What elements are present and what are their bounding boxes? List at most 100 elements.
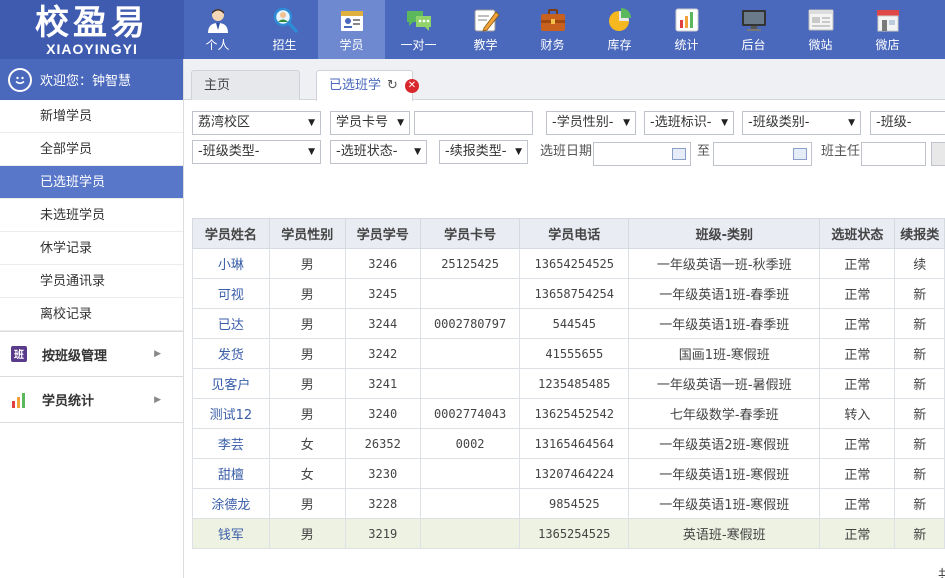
tab-enrolled-students[interactable]: 已选班学 ↻ ✕ — [316, 70, 419, 101]
column-header[interactable]: 学员性别 — [268, 218, 346, 249]
enroll-mark-select[interactable]: -选班标识- ▼ — [644, 111, 734, 135]
main-panel: 主页 已选班学 ↻ ✕ 荔湾校区 ▼ 学员卡号 ▼ -学员性别- ▼ -选班标识- ▼ … — [184, 59, 945, 578]
table-row[interactable]: 李芸女 26352 0002 13165464564 一年级英语2班-寒假班 正常新 — [192, 428, 945, 459]
phone-cell: 544545 — [519, 308, 630, 339]
nav-microshop[interactable]: 微店 — [854, 0, 921, 59]
column-header[interactable]: 续报类 — [894, 218, 945, 249]
student-name-cell[interactable]: 钱军 — [192, 518, 270, 549]
nav-one-on-one[interactable]: 一对一 — [385, 0, 452, 59]
student-name-cell[interactable]: 见客户 — [192, 368, 270, 399]
table-row[interactable]: 已达男 3244 0002780797 544545 一年级英语1班-春季班 正常新 — [192, 308, 945, 339]
column-header[interactable]: 学员姓名 — [192, 218, 270, 249]
phone-cell: 13207464224 — [519, 458, 630, 489]
student-name-cell[interactable]: 可视 — [192, 278, 270, 309]
renew-type-cell: 新 — [894, 278, 945, 309]
sidebar-group-student-stats[interactable]: 学员统计 ▶ — [0, 377, 183, 423]
table-row[interactable]: 钱军男 3219 1365254525 英语班-寒假班 正常新 — [192, 518, 945, 549]
class-badge-text: 班 — [14, 348, 24, 361]
student-name-cell[interactable]: 李芸 — [192, 428, 270, 459]
enroll-status-select[interactable]: -选班状态- ▼ — [330, 140, 427, 164]
nav-finance[interactable]: 财务 — [519, 0, 586, 59]
nav-backend[interactable]: 后台 — [720, 0, 787, 59]
renew-type-cell: 新 — [894, 518, 945, 549]
table-row[interactable]: 小琳男 3246 25125425 13654254525 一年级英语一班-秋季班 正常续 — [192, 248, 945, 279]
gender-cell: 女 — [268, 428, 346, 459]
renew-type-cell: 新 — [894, 488, 945, 519]
nav-student[interactable]: 学员 — [318, 0, 385, 59]
column-header[interactable]: 学员卡号 — [419, 218, 521, 249]
caret-down-icon: ▼ — [308, 147, 315, 157]
date-to-label: 至 — [697, 144, 711, 159]
nav-microsite[interactable]: 微站 — [787, 0, 854, 59]
head-teacher-input[interactable] — [861, 142, 926, 166]
gender-cell: 男 — [268, 308, 346, 339]
table-row[interactable]: 测试12 男 3240 0002774043 13625452542 七年级数学-春季班转… — [192, 398, 945, 429]
column-header[interactable]: 学员电话 — [519, 218, 630, 249]
person-icon — [204, 6, 232, 34]
column-header[interactable]: 班级-类别 — [628, 218, 821, 249]
class-cell: 七年级数学-春季班 — [628, 398, 821, 429]
table-row[interactable]: 见客户男 3241 1235485485 一年级英语一班-暑假班 正常新 — [192, 368, 945, 399]
student-name-cell[interactable]: 甜檀 — [192, 458, 270, 489]
nav-teaching[interactable]: 教学 — [452, 0, 519, 59]
column-header[interactable]: 选班状态 — [819, 218, 896, 249]
sidebar-item-all-students[interactable]: 全部学员 — [0, 133, 183, 166]
student-name-cell[interactable]: 小琳 — [192, 248, 270, 279]
sidebar-item-unenrolled-students[interactable]: 未选班学员 — [0, 199, 183, 232]
sidebar-item-departure-records[interactable]: 离校记录 — [0, 298, 183, 331]
sidebar-item-enrolled-students[interactable]: 已选班学员 — [0, 166, 183, 199]
nav-statistics[interactable]: 统计 — [653, 0, 720, 59]
sidebar-item-new-student[interactable]: 新增学员 — [0, 100, 183, 133]
renew-type-select[interactable]: -续报类型- ▼ — [439, 140, 528, 164]
card-type-select[interactable]: 学员卡号 ▼ — [330, 111, 410, 135]
caret-down-icon: ▼ — [623, 118, 630, 128]
close-tab-icon[interactable]: ✕ — [405, 79, 419, 93]
gender-cell: 男 — [268, 338, 346, 369]
table-row[interactable]: 甜檀女 3230 13207464224 一年级英语1班-寒假班 正常新 — [192, 458, 945, 489]
table-row[interactable]: 发货男 3242 41555655 国画1班-寒假班 正常新 — [192, 338, 945, 369]
renew-type-cell: 新 — [894, 458, 945, 489]
sidebar-item-student-directory[interactable]: 学员通讯录 — [0, 265, 183, 298]
search-button[interactable] — [931, 142, 945, 166]
date-from-input[interactable] — [593, 142, 691, 166]
caret-down-icon: ▼ — [848, 118, 855, 128]
nav-inventory[interactable]: 库存 — [586, 0, 653, 59]
class-category-select[interactable]: -班级类别- ▼ — [742, 111, 861, 135]
web-page-icon — [807, 6, 835, 34]
student-name-cell[interactable]: 已达 — [192, 308, 270, 339]
renew-type-cell: 新 — [894, 398, 945, 429]
date-to-input[interactable] — [713, 142, 812, 166]
logo-en: XIAOYINGYI — [46, 41, 138, 57]
class-cell: 一年级英语1班-寒假班 — [628, 458, 821, 489]
student-name-cell[interactable]: 涂德龙 — [192, 488, 270, 519]
sidebar-group-by-class[interactable]: 班 按班级管理 ▶ — [0, 331, 183, 377]
refresh-icon[interactable]: ↻ — [387, 71, 398, 100]
table-row[interactable]: 可视男 3245 13658754254 一年级英语1班-春季班 正常新 — [192, 278, 945, 309]
calendar-icon[interactable] — [793, 148, 807, 160]
class-cell: 一年级英语一班-暑假班 — [628, 368, 821, 399]
class-select[interactable]: -班级- — [870, 111, 945, 135]
student-no-cell: 3244 — [344, 308, 421, 339]
smile-face-icon — [8, 67, 32, 92]
student-name-cell[interactable]: 发货 — [192, 338, 270, 369]
status-cell: 正常 — [819, 278, 896, 309]
nav-recruit[interactable]: 招生 — [251, 0, 318, 59]
head-teacher-label: 班主任 — [821, 144, 861, 159]
status-cell: 正常 — [819, 428, 896, 459]
class-type-select[interactable]: -班级类型- ▼ — [192, 140, 321, 164]
class-cell: 一年级英语一班-秋季班 — [628, 248, 821, 279]
calendar-icon[interactable] — [672, 148, 686, 160]
sidebar-item-suspension-records[interactable]: 休学记录 — [0, 232, 183, 265]
class-cell: 一年级英语1班-春季班 — [628, 308, 821, 339]
tab-home[interactable]: 主页 — [191, 70, 300, 100]
campus-select[interactable]: 荔湾校区 ▼ — [192, 111, 321, 135]
gender-select[interactable]: -学员性别- ▼ — [546, 111, 636, 135]
student-name-cell[interactable]: 测试12 — [192, 398, 270, 429]
column-header[interactable]: 学员学号 — [344, 218, 421, 249]
nav-personal[interactable]: 个人 — [184, 0, 251, 59]
status-cell: 正常 — [819, 488, 896, 519]
chevron-right-icon: ▶ — [154, 349, 161, 359]
card-number-input[interactable] — [414, 111, 533, 135]
table-row[interactable]: 涂德龙男 3228 9854525 一年级英语1班-寒假班 正常新 — [192, 488, 945, 519]
sidebar: 欢迎您：钟智慧 新增学员 全部学员 已选班学员 未选班学员 休学记录 学员通讯录… — [0, 59, 184, 578]
